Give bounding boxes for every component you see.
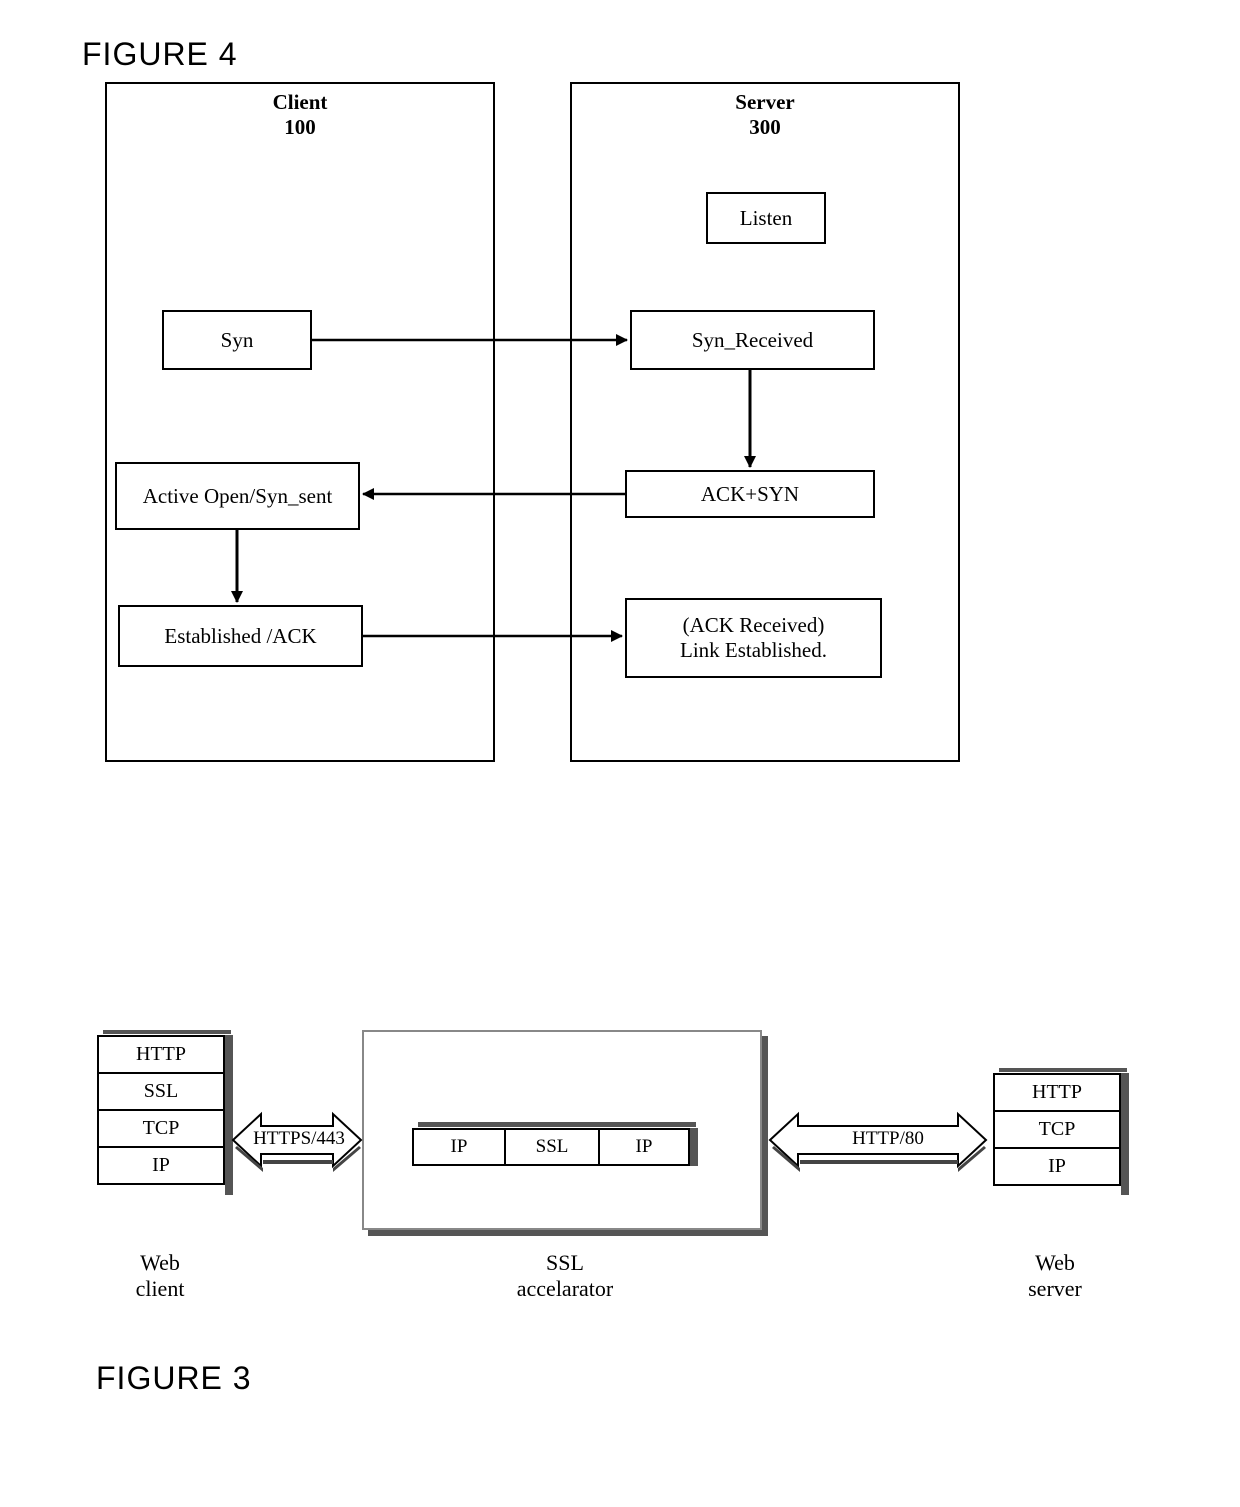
shadow-webclient-top xyxy=(103,1030,231,1034)
server-id: 300 xyxy=(749,115,781,139)
web-client-label: Web client xyxy=(70,1250,250,1302)
figure4-title: FIGURE 4 xyxy=(82,36,238,73)
shadow-webserver-top xyxy=(999,1068,1127,1072)
shadow-webserver-right xyxy=(1121,1073,1129,1195)
web-server-layer-ip: IP xyxy=(993,1147,1121,1186)
server-name: Server xyxy=(735,90,794,114)
client-name: Client xyxy=(273,90,328,114)
ssl-accel-row: IP SSL IP xyxy=(412,1128,690,1166)
web-server-layer-http: HTTP xyxy=(993,1073,1121,1110)
ack-received-line1: (ACK Received) xyxy=(683,613,825,638)
web-client-layer-ip: IP xyxy=(97,1146,225,1185)
web-client-layer-tcp: TCP xyxy=(97,1109,225,1146)
server-header: Server 300 xyxy=(690,90,840,140)
shadow-sslrow-top xyxy=(418,1122,696,1127)
web-server-layer-tcp: TCP xyxy=(993,1110,1121,1147)
web-client-stack: HTTP SSL TCP IP xyxy=(97,1035,225,1185)
figure3-title: FIGURE 3 xyxy=(96,1360,252,1397)
arrow-right-label: HTTP/80 xyxy=(838,1128,938,1150)
ssl-row-ip2: IP xyxy=(598,1128,690,1166)
client-header: Client 100 xyxy=(225,90,375,140)
shadow-sslrow-right xyxy=(690,1128,698,1166)
ack-syn-box: ACK+SYN xyxy=(625,470,875,518)
shadow-webclient-right xyxy=(225,1035,233,1195)
ack-received-line2: Link Established. xyxy=(680,638,827,663)
ack-received-box: (ACK Received) Link Established. xyxy=(625,598,882,678)
client-id: 100 xyxy=(284,115,316,139)
syn-received-box: Syn_Received xyxy=(630,310,875,370)
ssl-row-ssl: SSL xyxy=(504,1128,598,1166)
established-box: Established /ACK xyxy=(118,605,363,667)
web-client-layer-http: HTTP xyxy=(97,1035,225,1072)
syn-box: Syn xyxy=(162,310,312,370)
ssl-row-ip1: IP xyxy=(412,1128,504,1166)
web-client-layer-ssl: SSL xyxy=(97,1072,225,1109)
listen-box: Listen xyxy=(706,192,826,244)
web-server-label: Web server xyxy=(965,1250,1145,1302)
web-server-stack: HTTP TCP IP xyxy=(993,1073,1121,1186)
arrow-left-label: HTTPS/443 xyxy=(244,1128,354,1150)
ssl-accel-label: SSL accelarator xyxy=(475,1250,655,1302)
active-open-box: Active Open/Syn_sent xyxy=(115,462,360,530)
